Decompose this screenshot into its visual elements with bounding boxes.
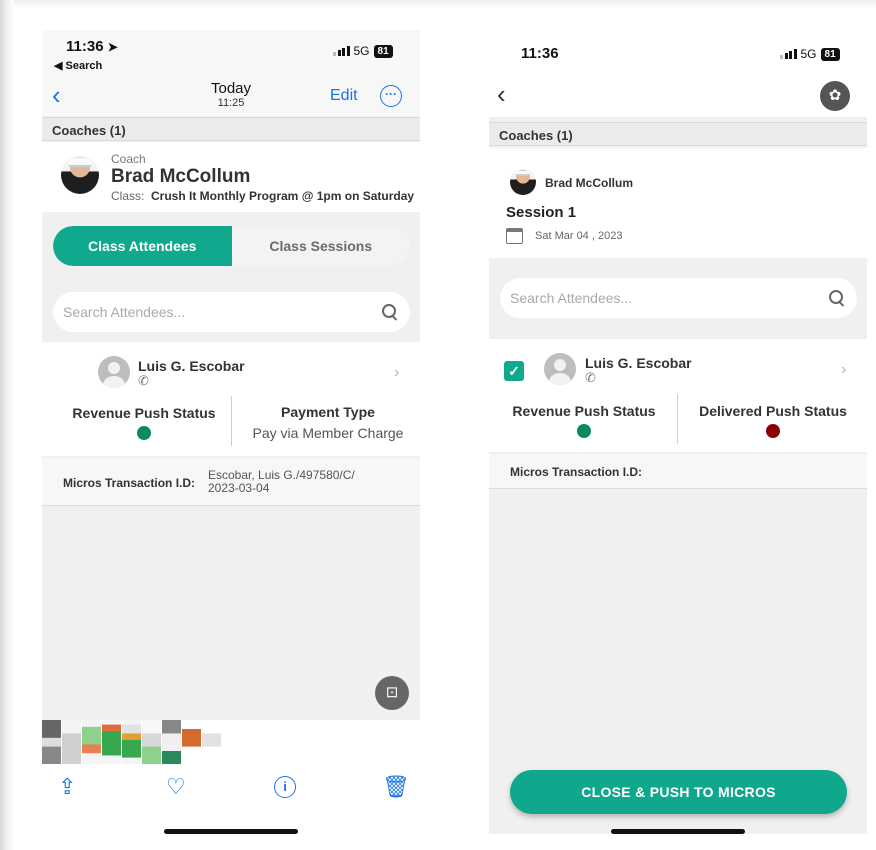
micros-value: Escobar, Luis G./497580/C/ 2023-03-04 xyxy=(208,469,355,495)
edit-button[interactable]: Edit xyxy=(330,87,358,105)
palette-icon[interactable]: ✿ xyxy=(820,81,850,111)
right-phone-screenshot: 11:36 5G 81 ‹ ✿ Coaches (1) Brad McCollu… xyxy=(489,30,867,834)
search-placeholder: Search Attendees... xyxy=(63,304,186,320)
status-indicators: 5G 81 xyxy=(333,44,393,58)
battery-icon: 81 xyxy=(373,44,393,58)
tab-class-sessions[interactable]: Class Sessions xyxy=(232,226,411,266)
chevron-right-icon[interactable]: › xyxy=(394,364,399,382)
attendee-avatar xyxy=(98,356,130,388)
attendee-name: Luis G. Escobar xyxy=(585,355,692,371)
photo-thumbnail-strip[interactable] xyxy=(42,720,420,764)
photo-toolbar xyxy=(42,764,420,834)
revenue-status-dot xyxy=(137,426,151,440)
payment-type: Payment Type Pay via Member Charge xyxy=(236,404,420,441)
left-phone-screenshot: 11:36 ➤ ◀ Search 5G 81 ‹ Today 11:25 Edi… xyxy=(42,30,420,834)
live-text-icon[interactable]: ⊡ xyxy=(375,676,409,710)
nav-title-block: Today 11:25 xyxy=(181,80,281,109)
coach-name: Brad McCollum xyxy=(545,176,634,190)
signal-icon xyxy=(333,46,350,56)
coach-role: Coach xyxy=(111,152,146,166)
coaches-header: Coaches (1) xyxy=(42,117,420,141)
search-icon[interactable] xyxy=(382,304,398,320)
thumbnail[interactable] xyxy=(202,720,221,764)
micros-row: Micros Transaction I.D: xyxy=(489,454,867,489)
thumbnail[interactable] xyxy=(182,720,201,764)
phone-icon[interactable]: ✆ xyxy=(585,370,596,386)
network-label: 5G xyxy=(800,47,817,61)
phone-icon[interactable]: ✆ xyxy=(138,373,149,389)
coaches-header: Coaches (1) xyxy=(489,122,867,146)
window-edge xyxy=(0,0,14,850)
share-icon[interactable]: ⇪ xyxy=(58,774,76,800)
window-top-edge xyxy=(14,0,876,8)
status-divider xyxy=(677,394,678,444)
thumbnail[interactable] xyxy=(162,720,181,764)
search-placeholder: Search Attendees... xyxy=(510,290,633,306)
micros-label: Micros Transaction I.D: xyxy=(63,476,196,490)
thumbnail[interactable] xyxy=(142,720,161,764)
back-to-search-link[interactable]: ◀ Search xyxy=(54,59,102,72)
home-indicator xyxy=(164,829,298,834)
thumbnail[interactable] xyxy=(82,720,101,764)
thumbnail[interactable] xyxy=(102,720,121,764)
status-time: 11:36 ➤ xyxy=(66,38,118,55)
class-label: Class: xyxy=(111,189,145,203)
attendee-card[interactable]: Luis G. Escobar ✆ › Revenue Push Status … xyxy=(42,342,420,456)
back-chevron-icon[interactable]: ‹ xyxy=(52,82,61,108)
attendee-name: Luis G. Escobar xyxy=(138,358,245,374)
delivered-status-dot xyxy=(766,424,780,438)
network-label: 5G xyxy=(353,44,370,58)
session-date: Sat Mar 04 , 2023 xyxy=(535,230,623,242)
session-title: Session 1 xyxy=(506,204,577,221)
revenue-push-status: Revenue Push Status xyxy=(499,403,669,438)
session-card: Brad McCollum Session 1 Sat Mar 04 , 202… xyxy=(489,148,867,258)
location-icon: ➤ xyxy=(107,40,118,54)
coach-class: Class: Crush It Monthly Program @ 1pm on… xyxy=(111,189,420,203)
nav-subtitle: 11:25 xyxy=(217,97,245,109)
trash-icon[interactable]: 🗑 xyxy=(382,774,410,800)
payment-type-value: Pay via Member Charge xyxy=(252,425,404,441)
revenue-push-status: Revenue Push Status xyxy=(54,405,234,440)
info-icon[interactable]: i xyxy=(274,776,296,798)
close-and-push-button[interactable]: CLOSE & PUSH TO MICROS xyxy=(510,770,847,814)
battery-icon: 81 xyxy=(820,47,840,61)
status-and-nav-bar xyxy=(489,30,867,117)
class-value: Crush It Monthly Program @ 1pm on Saturd… xyxy=(151,189,415,203)
thumbnail[interactable] xyxy=(62,720,81,764)
micros-label: Micros Transaction I.D: xyxy=(510,465,643,479)
delivered-push-label: Delivered Push Status xyxy=(699,403,847,419)
thumbnail[interactable] xyxy=(42,720,61,764)
attendee-avatar xyxy=(544,353,576,385)
attendee-checkbox[interactable]: ✓ xyxy=(504,361,524,381)
chevron-right-icon[interactable]: › xyxy=(841,361,846,379)
micros-value-line2: 2023-03-04 xyxy=(208,481,270,495)
coach-avatar xyxy=(510,169,536,195)
search-attendees-input[interactable]: Search Attendees... xyxy=(500,278,857,318)
delivered-push-status: Delivered Push Status xyxy=(683,403,863,438)
status-time: 11:36 xyxy=(521,45,559,62)
more-options-icon[interactable]: ··· xyxy=(380,85,402,107)
micros-row: Micros Transaction I.D: Escobar, Luis G.… xyxy=(42,458,420,506)
status-indicators: 5G 81 xyxy=(780,47,840,61)
nav-title: Today xyxy=(210,80,252,97)
home-indicator xyxy=(611,829,745,834)
status-divider xyxy=(231,396,232,446)
attendee-session-tabs: Class Attendees Class Sessions xyxy=(53,226,410,266)
search-icon[interactable] xyxy=(829,290,845,306)
attendee-card[interactable]: ✓ Luis G. Escobar ✆ › Revenue Push Statu… xyxy=(489,339,867,452)
revenue-push-label: Revenue Push Status xyxy=(72,405,216,421)
revenue-push-label: Revenue Push Status xyxy=(512,403,656,419)
thumbnail[interactable] xyxy=(122,720,141,764)
revenue-status-dot xyxy=(577,424,591,438)
back-chevron-icon[interactable]: ‹ xyxy=(497,81,506,107)
search-attendees-input[interactable]: Search Attendees... xyxy=(53,292,410,332)
payment-type-label: Payment Type xyxy=(281,404,375,420)
calendar-icon xyxy=(506,228,523,244)
tab-class-attendees[interactable]: Class Attendees xyxy=(53,226,232,266)
signal-icon xyxy=(780,49,797,59)
coach-avatar xyxy=(61,156,99,194)
heart-icon[interactable]: ♡ xyxy=(166,774,186,800)
coach-card: Coach Brad McCollum Class: Crush It Mont… xyxy=(42,142,420,212)
coach-name: Brad McCollum xyxy=(111,166,251,187)
